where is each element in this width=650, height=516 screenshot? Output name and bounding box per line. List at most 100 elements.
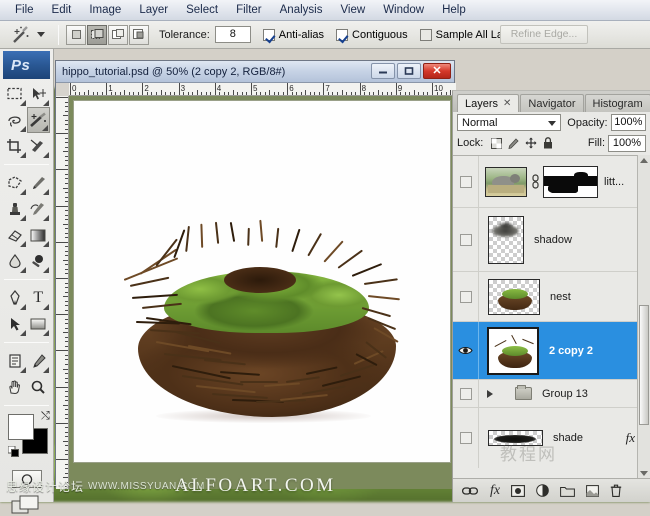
add-layer-style-button[interactable]: fx	[490, 483, 500, 499]
contiguous-checkbox[interactable]	[336, 29, 348, 41]
type-tool[interactable]: T	[27, 285, 51, 311]
new-layer-button[interactable]	[586, 485, 599, 497]
menu-item-layer[interactable]: Layer	[130, 2, 177, 18]
path-selection-tool[interactable]	[3, 311, 27, 337]
pen-tool[interactable]	[3, 285, 27, 311]
subtract-from-selection-button[interactable]	[108, 25, 128, 45]
intersect-with-selection-button[interactable]	[129, 25, 149, 45]
add-to-selection-button[interactable]	[87, 25, 107, 45]
menu-item-view[interactable]: View	[331, 2, 374, 18]
contiguous-checkbox-wrap[interactable]: Contiguous	[336, 29, 408, 41]
canvas-artboard[interactable]	[74, 101, 450, 462]
menu-item-help[interactable]: Help	[433, 2, 475, 18]
new-adjustment-layer-button[interactable]	[536, 484, 549, 497]
vertical-ruler[interactable]	[56, 96, 69, 489]
eyedropper-tool[interactable]	[27, 348, 51, 374]
layer-visibility-toggle[interactable]	[453, 408, 479, 468]
layer-visibility-toggle[interactable]	[453, 156, 479, 207]
gradient-tool[interactable]	[27, 222, 51, 248]
eye-icon-empty[interactable]	[460, 234, 472, 246]
anti-alias-checkbox[interactable]	[263, 29, 275, 41]
refine-edge-button[interactable]: Refine Edge...	[500, 25, 588, 44]
notes-tool[interactable]	[3, 348, 27, 374]
history-brush-tool[interactable]	[27, 196, 51, 222]
layer-row[interactable]: litt...	[453, 156, 650, 208]
eye-icon[interactable]	[458, 345, 473, 356]
slice-tool[interactable]	[27, 133, 51, 159]
layer-row[interactable]: shadow	[453, 208, 650, 272]
layer-group-name[interactable]: Group 13	[542, 388, 588, 400]
menu-item-image[interactable]: Image	[80, 2, 130, 18]
anti-alias-checkbox-wrap[interactable]: Anti-alias	[263, 29, 324, 41]
new-selection-button[interactable]	[66, 25, 86, 45]
rectangle-shape-tool[interactable]	[27, 311, 51, 337]
move-tool[interactable]	[27, 81, 51, 107]
layer-thumbnail-nest-white[interactable]	[487, 327, 539, 375]
foreground-color-swatch[interactable]	[8, 414, 34, 440]
brush-tool[interactable]	[27, 170, 51, 196]
scroll-up-arrow-icon[interactable]	[640, 158, 648, 163]
screen-mode-button[interactable]	[11, 494, 43, 516]
opacity-input[interactable]: 100%	[611, 114, 646, 131]
eye-icon-empty[interactable]	[460, 176, 472, 188]
layer-row[interactable]: nest	[453, 272, 650, 322]
menu-item-edit[interactable]: Edit	[43, 2, 81, 18]
restore-button[interactable]	[397, 63, 421, 79]
lock-position-icon[interactable]	[525, 137, 537, 149]
eye-icon-empty[interactable]	[460, 388, 472, 400]
menu-item-filter[interactable]: Filter	[227, 2, 271, 18]
layer-row-selected[interactable]: 2 copy 2	[453, 322, 650, 380]
swap-colors-icon[interactable]: ⤭	[41, 410, 50, 423]
delete-layer-button[interactable]	[610, 484, 622, 497]
menu-item-select[interactable]: Select	[177, 2, 227, 18]
tool-preset-chevron-down-icon[interactable]	[37, 32, 45, 37]
clone-stamp-tool[interactable]	[3, 196, 27, 222]
eye-icon-empty[interactable]	[460, 291, 472, 303]
sample-all-layers-checkbox[interactable]	[420, 29, 432, 41]
magic-wand-tool[interactable]	[27, 107, 51, 133]
layers-panel-scrollbar[interactable]	[637, 155, 650, 479]
tab-layers[interactable]: Layers ✕	[457, 94, 519, 112]
layer-thumbnail-hippo[interactable]	[485, 167, 527, 197]
lock-all-icon[interactable]	[543, 137, 553, 149]
close-icon[interactable]: ✕	[503, 98, 511, 109]
lock-transparent-pixels-icon[interactable]	[491, 138, 502, 149]
crop-tool[interactable]	[3, 133, 27, 159]
layer-visibility-toggle[interactable]	[453, 322, 479, 379]
blur-tool[interactable]	[3, 248, 27, 274]
layer-group-row[interactable]: Group 13	[453, 380, 650, 408]
chevron-down-icon[interactable]	[548, 121, 556, 126]
layer-link-icon[interactable]	[531, 174, 540, 190]
lock-image-pixels-icon[interactable]	[508, 138, 519, 149]
layer-thumbnail-shadow[interactable]	[488, 216, 524, 264]
layer-visibility-toggle[interactable]	[453, 272, 479, 321]
dodge-tool[interactable]	[27, 248, 51, 274]
hand-tool[interactable]	[3, 374, 27, 400]
menu-item-analysis[interactable]: Analysis	[271, 2, 332, 18]
layer-name[interactable]: 2 copy 2	[549, 345, 593, 357]
layer-thumbnail-nest[interactable]	[488, 279, 540, 315]
menu-item-file[interactable]: File	[6, 2, 43, 18]
layer-fx-icon[interactable]: fx	[626, 430, 635, 446]
lasso-tool[interactable]	[3, 107, 27, 133]
minimize-button[interactable]	[371, 63, 395, 79]
menu-item-window[interactable]: Window	[374, 2, 433, 18]
close-button[interactable]: ✕	[423, 63, 451, 79]
horizontal-ruler[interactable]: 012345678910	[69, 83, 456, 96]
blend-mode-select[interactable]: Normal	[457, 114, 561, 131]
zoom-tool[interactable]	[27, 374, 51, 400]
layer-visibility-toggle[interactable]	[453, 208, 479, 271]
document-title-bar[interactable]: hippo_tutorial.psd @ 50% (2 copy 2, RGB/…	[56, 61, 454, 83]
layer-name[interactable]: shadow	[534, 234, 572, 246]
layer-visibility-toggle[interactable]	[453, 380, 479, 408]
tolerance-input[interactable]: 8	[215, 26, 251, 43]
default-colors-icon[interactable]	[8, 446, 19, 457]
add-layer-mask-button[interactable]	[511, 485, 525, 497]
layer-name[interactable]: nest	[550, 291, 571, 303]
eye-icon-empty[interactable]	[460, 432, 472, 444]
rectangular-marquee-tool[interactable]	[3, 81, 27, 107]
tab-histogram[interactable]: Histogram	[585, 94, 650, 112]
scroll-down-arrow-icon[interactable]	[640, 471, 648, 476]
eraser-tool[interactable]	[3, 222, 27, 248]
layer-name[interactable]: litt...	[604, 176, 624, 188]
